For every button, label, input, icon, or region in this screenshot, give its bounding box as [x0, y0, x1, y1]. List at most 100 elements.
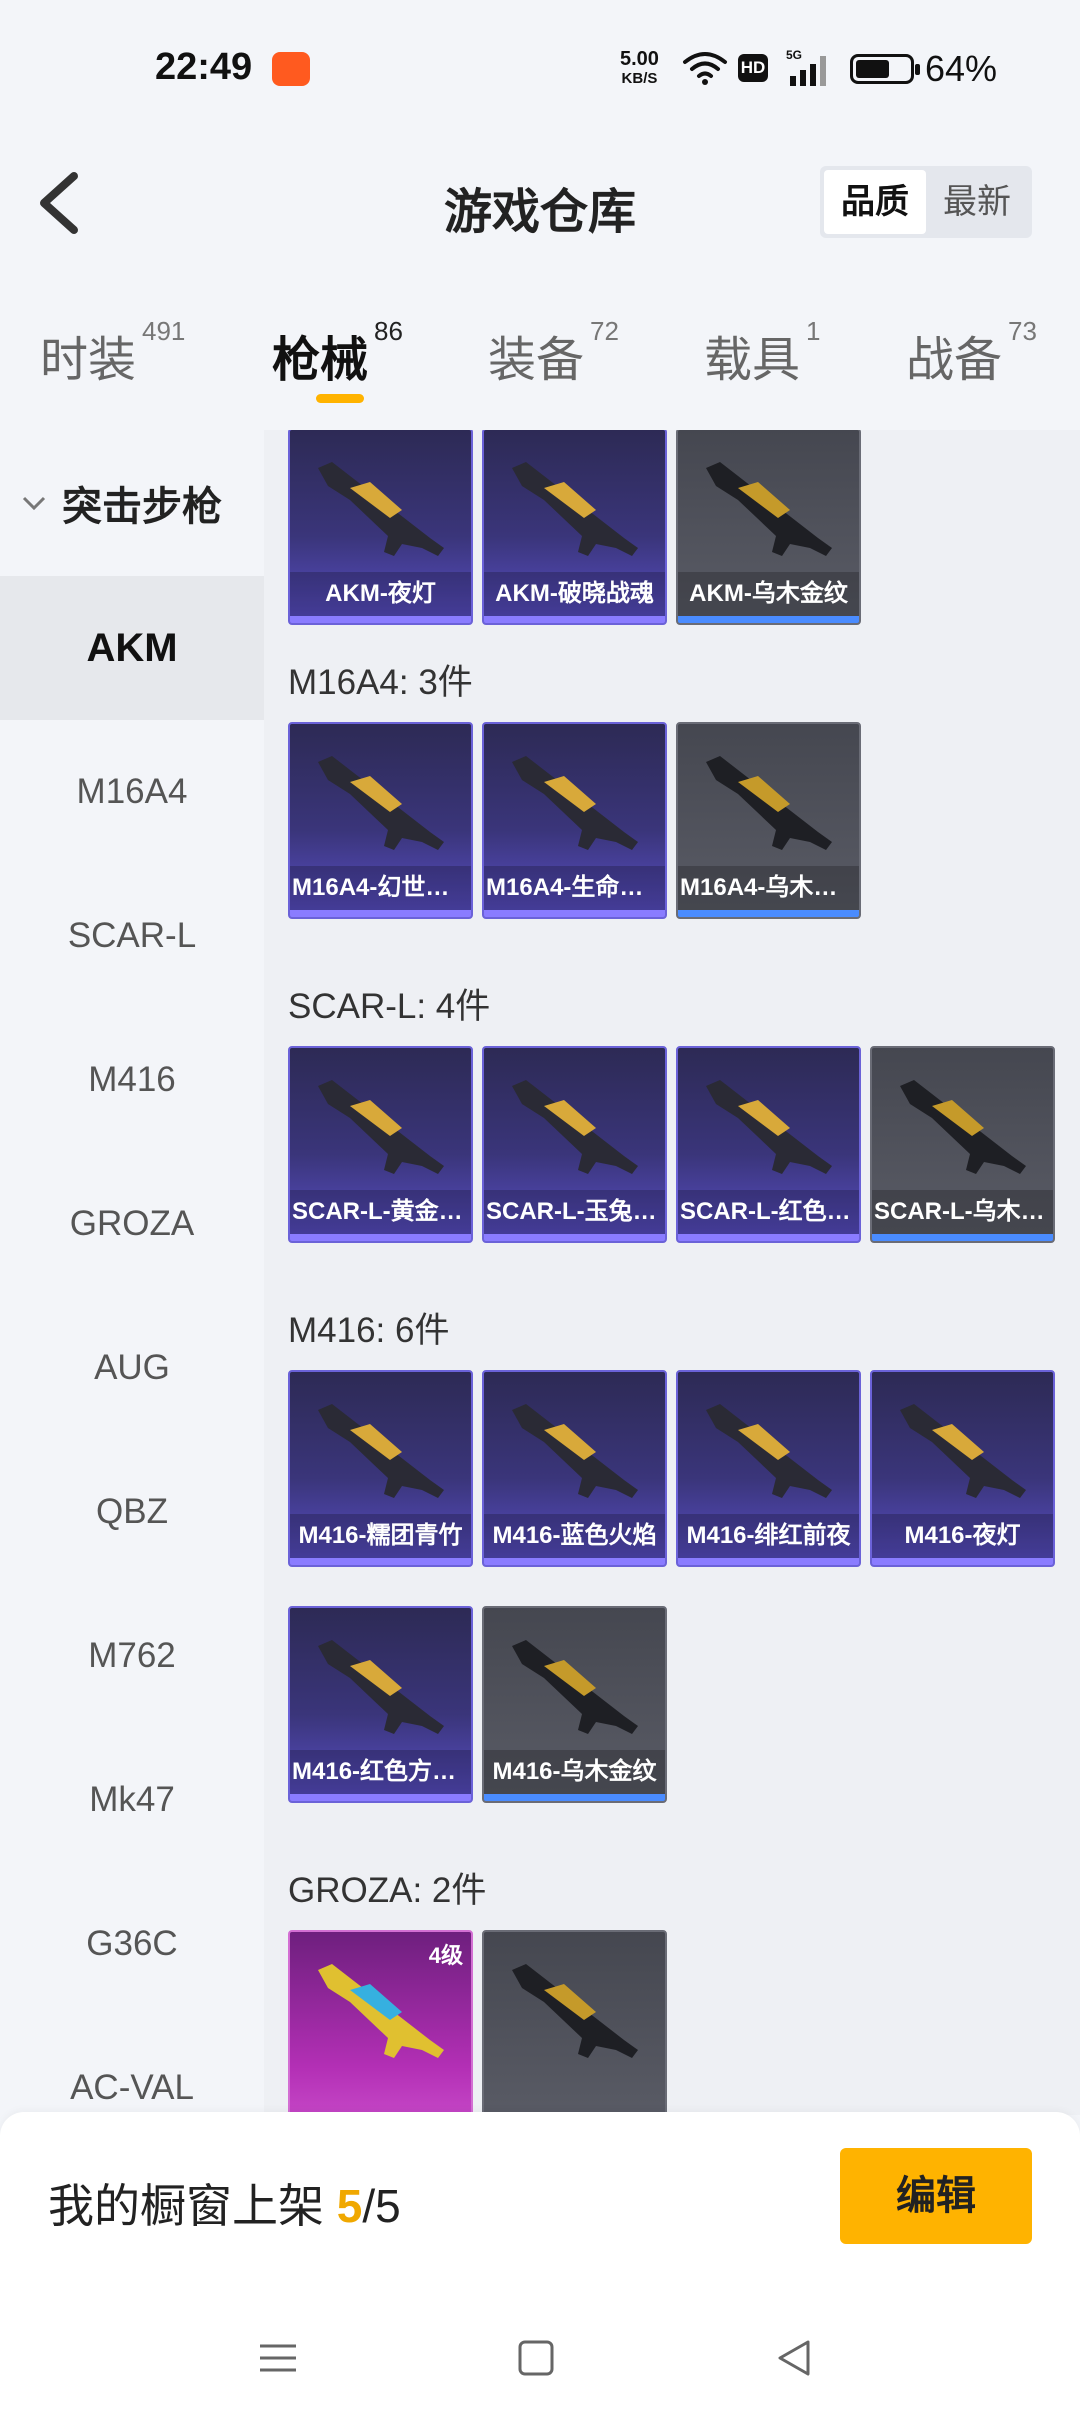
chevron-down-icon — [22, 496, 46, 511]
sort-quality-button[interactable]: 品质 — [824, 170, 926, 234]
weapon-skin-card[interactable]: M416-蓝色火焰 — [482, 1370, 667, 1567]
network-speed-unit: KB/S — [621, 70, 658, 87]
rifle-icon — [900, 1404, 1026, 1498]
rifle-icon — [512, 756, 638, 850]
showcase-separator: / — [362, 2180, 376, 2232]
tab-count: 73 — [1008, 316, 1037, 346]
sidebar-item-m762[interactable]: M762 — [0, 1584, 264, 1728]
sidebar-item-mk47[interactable]: Mk47 — [0, 1728, 264, 1872]
rifle-icon — [318, 462, 444, 556]
sidebar-item-akm[interactable]: AKM — [0, 576, 264, 720]
showcase-status: 我的橱窗上架 5/5 — [48, 2170, 401, 2236]
rifle-icon — [318, 756, 444, 850]
category-tabs: 时装491 枪械86 装备72 载具1 战备73 — [0, 316, 1080, 416]
weapon-skin-name: M16A4-生命誓言 — [484, 866, 665, 910]
tab-count: 72 — [590, 316, 619, 346]
quality-bar — [290, 1234, 471, 1241]
cellular-signal-icon: 5G — [786, 48, 826, 86]
sidebar-item-groza[interactable]: GROZA — [0, 1152, 264, 1296]
weapon-skin-card[interactable]: AKM-破晓战魂 — [482, 430, 667, 625]
tab-equipment[interactable]: 装备72 — [488, 316, 619, 416]
weapon-skin-name: M416-夜灯 — [872, 1514, 1053, 1558]
rifle-icon — [706, 1404, 832, 1498]
tab-label: 时装 — [40, 334, 137, 387]
status-bar: 22:49 5.00 KB/S HD 5G 64% — [0, 0, 1080, 140]
weapon-skin-card[interactable]: SCAR-L-玉兔迎... — [482, 1046, 667, 1243]
weapon-skin-name: AKM-乌木金纹 — [678, 572, 859, 616]
weapon-skin-card[interactable]: SCAR-L-红色方... — [676, 1046, 861, 1243]
weapon-skin-card[interactable] — [482, 1930, 667, 2115]
weapon-skin-card[interactable]: SCAR-L-黄金龙... — [288, 1046, 473, 1243]
weapon-skin-card[interactable]: AKM-乌木金纹 — [676, 430, 861, 625]
tab-count: 86 — [374, 316, 403, 346]
quality-bar — [290, 1558, 471, 1565]
showcase-count: 5 — [336, 2180, 363, 2232]
weapon-skin-card[interactable]: M16A4-幻世战... — [288, 722, 473, 919]
tab-fashion[interactable]: 时装491 — [40, 316, 185, 416]
tab-label: 枪械 — [272, 334, 369, 387]
weapon-grid: M16A4: 3件 SCAR-L: 4件 M416: 6件 GROZA: 2件 … — [264, 430, 1080, 2115]
rifle-icon — [706, 462, 832, 556]
quality-bar — [290, 910, 471, 917]
hd-badge: HD — [738, 54, 768, 82]
sidebar-item-aug[interactable]: AUG — [0, 1296, 264, 1440]
sidebar-item-scar-l[interactable]: SCAR-L — [0, 864, 264, 1008]
quality-bar — [484, 1794, 665, 1801]
weapon-skin-name: SCAR-L-黄金龙... — [290, 1190, 471, 1234]
bottom-panel: 我的橱窗上架 5/5 编辑 — [0, 2112, 1080, 2412]
rifle-icon — [706, 756, 832, 850]
tab-count: 1 — [806, 316, 821, 346]
sidebar-item-ac-val[interactable]: AC-VAL — [0, 2016, 264, 2115]
network-speed: 5.00 KB/S — [620, 49, 659, 88]
wifi-icon — [683, 52, 727, 85]
weapon-skin-name: M416-乌木金纹 — [484, 1750, 665, 1794]
edit-button[interactable]: 编辑 — [840, 2148, 1032, 2244]
group-title-m416: M416: 6件 — [288, 1311, 450, 1350]
weapon-skin-card[interactable]: M416-糯团青竹 — [288, 1370, 473, 1567]
sort-newest-button[interactable]: 最新 — [926, 170, 1028, 234]
weapon-skin-card[interactable]: M16A4-乌木金纹 — [676, 722, 861, 919]
battery-icon — [850, 54, 920, 84]
weapon-skin-card[interactable]: 4级 — [288, 1930, 473, 2115]
quality-bar — [290, 1794, 471, 1801]
weapon-skin-name: M16A4-幻世战... — [290, 866, 471, 910]
weapon-skin-name: M416-糯团青竹 — [290, 1514, 471, 1558]
weapon-skin-card[interactable]: M416-红色方程... — [288, 1606, 473, 1803]
quality-bar — [872, 1558, 1053, 1565]
weapon-skin-card[interactable]: M416-乌木金纹 — [482, 1606, 667, 1803]
rifle-icon — [318, 1404, 444, 1498]
quality-bar — [678, 616, 859, 623]
network-type-label: 5G — [786, 48, 802, 62]
back-nav-icon[interactable] — [764, 2334, 824, 2382]
battery-percent: 64% — [925, 48, 998, 89]
sidebar-item-m16a4[interactable]: M16A4 — [0, 720, 264, 864]
sidebar-item-qbz[interactable]: QBZ — [0, 1440, 264, 1584]
rifle-icon — [318, 1640, 444, 1734]
weapon-skin-name: SCAR-L-玉兔迎... — [484, 1190, 665, 1234]
tab-label: 载具 — [704, 334, 801, 387]
weapon-skin-card[interactable]: M416-夜灯 — [870, 1370, 1055, 1567]
weapon-skin-name: M416-蓝色火焰 — [484, 1514, 665, 1558]
app-notification-icon — [272, 52, 310, 86]
weapon-skin-name: M16A4-乌木金纹 — [678, 866, 859, 910]
quality-bar — [872, 1234, 1053, 1241]
weapon-skin-name: SCAR-L-红色方... — [678, 1190, 859, 1234]
category-header[interactable]: 突击步枪 — [0, 430, 264, 576]
status-time: 22:49 — [155, 46, 253, 88]
rifle-icon — [512, 1404, 638, 1498]
weapon-skin-card[interactable]: SCAR-L-乌木金... — [870, 1046, 1055, 1243]
tab-combat-supplies[interactable]: 战备73 — [906, 316, 1037, 416]
showcase-label: 我的橱窗上架 — [48, 2180, 324, 2232]
menu-nav-icon[interactable] — [248, 2334, 308, 2382]
tab-vehicles[interactable]: 载具1 — [704, 316, 820, 416]
weapon-skin-card[interactable]: M16A4-生命誓言 — [482, 722, 667, 919]
home-nav-icon[interactable] — [506, 2334, 566, 2382]
level-badge: 4级 — [428, 1943, 463, 1968]
group-title-m16a4: M16A4: 3件 — [288, 663, 473, 702]
weapon-skin-card[interactable]: M416-绯红前夜 — [676, 1370, 861, 1567]
weapon-skin-name: AKM-破晓战魂 — [484, 572, 665, 616]
sidebar-item-m416[interactable]: M416 — [0, 1008, 264, 1152]
sidebar-item-g36c[interactable]: G36C — [0, 1872, 264, 2016]
weapon-skin-card[interactable]: AKM-夜灯 — [288, 430, 473, 625]
tab-count: 491 — [142, 316, 186, 346]
